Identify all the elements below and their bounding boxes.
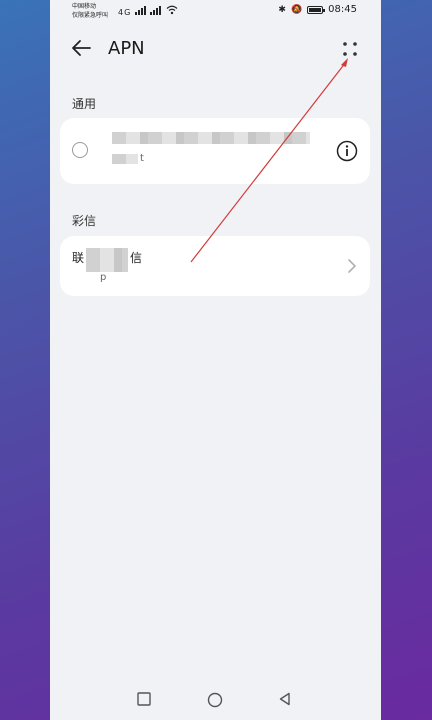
bluetooth-icon: ✱ <box>278 4 286 15</box>
mms-apn-name-start: 联 <box>72 251 85 265</box>
wifi-icon <box>166 5 178 15</box>
signal-icon <box>134 6 146 15</box>
carrier-status: 仅限紧急呼叫 <box>72 12 109 19</box>
carrier-info: 中国移动 仅限紧急呼叫 <box>72 2 108 20</box>
app-header: APN <box>50 30 381 70</box>
chevron-right-icon <box>348 259 357 273</box>
page-title: APN <box>108 38 145 59</box>
system-nav-bar <box>50 680 381 720</box>
section-label-mms: 彩信 <box>72 214 97 228</box>
circle-icon[interactable] <box>207 692 223 708</box>
network-type: 4G <box>118 8 132 17</box>
apn-name-blurred <box>112 132 310 144</box>
status-bar: 中国移动 仅限紧急呼叫 4G ✱ 🔕 08:45 <box>50 0 381 24</box>
four-dots-icon[interactable] <box>337 36 363 62</box>
carrier-name: 中国移动 <box>72 3 97 10</box>
signal-icon-2 <box>150 6 162 15</box>
square-icon[interactable] <box>137 692 151 706</box>
status-right: ✱ 🔕 08:45 <box>278 4 357 15</box>
mms-apn-name-blurred <box>86 248 128 272</box>
apn-card-mms[interactable]: 联 信 p <box>60 236 370 296</box>
apn-card-general[interactable]: t <box>60 118 370 184</box>
mute-icon: 🔕 <box>290 4 303 15</box>
apn-radio[interactable] <box>72 142 88 158</box>
section-label-general: 通用 <box>72 97 97 111</box>
arrow-left-icon[interactable] <box>70 36 94 60</box>
info-circle-icon[interactable] <box>336 140 358 162</box>
clock: 08:45 <box>328 4 357 15</box>
apn-sub-blurred <box>112 154 138 164</box>
signal-icons: 4G <box>118 5 178 17</box>
triangle-back-icon[interactable] <box>278 692 292 706</box>
apn-sub-text: t <box>140 153 144 164</box>
mms-apn-sub: p <box>100 272 107 283</box>
mms-apn-name-end: 信 <box>130 251 143 265</box>
phone-screen: 中国移动 仅限紧急呼叫 4G ✱ 🔕 08:45 APN 通用 t 彩信 联 信… <box>50 0 381 720</box>
battery-icon <box>307 5 326 14</box>
